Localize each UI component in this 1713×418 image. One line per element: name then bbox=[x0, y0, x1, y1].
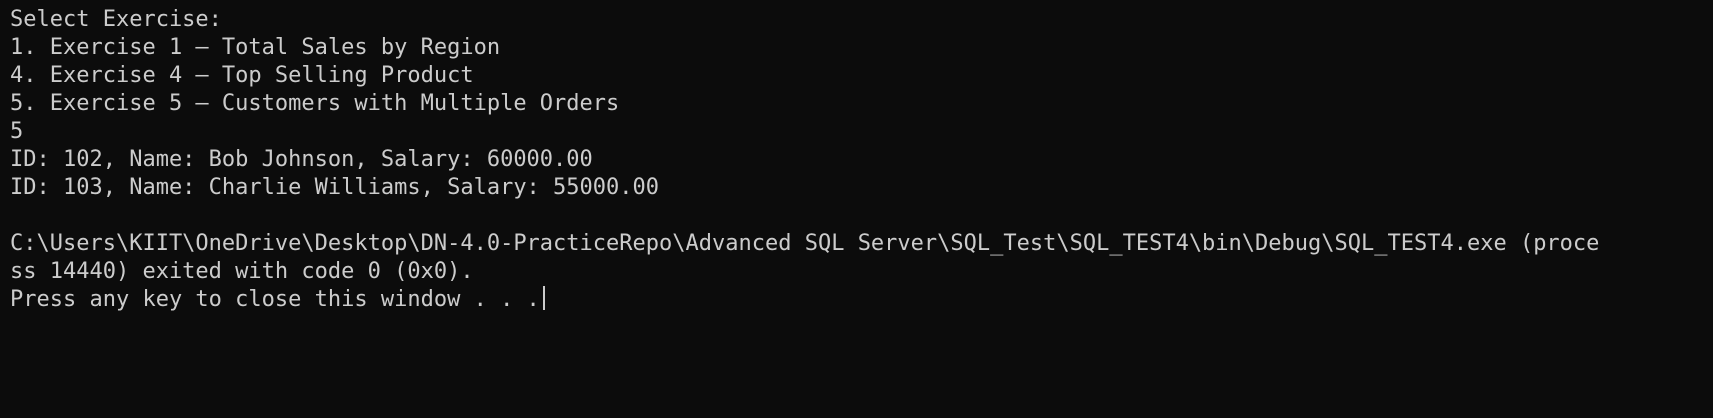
menu-option-4: 4. Exercise 4 – Top Selling Product bbox=[10, 63, 474, 88]
output-row: ID: 103, Name: Charlie Williams, Salary:… bbox=[10, 175, 660, 200]
user-input-echo: 5 bbox=[10, 119, 24, 144]
exit-path-line: C:\Users\KIIT\OneDrive\Desktop\DN-4.0-Pr… bbox=[10, 231, 1600, 256]
text-cursor bbox=[542, 286, 545, 310]
menu-option-1: 1. Exercise 1 – Total Sales by Region bbox=[10, 35, 501, 60]
menu-prompt: Select Exercise: bbox=[10, 7, 222, 32]
menu-option-5: 5. Exercise 5 – Customers with Multiple … bbox=[10, 91, 620, 116]
exit-code-line: ss 14440) exited with code 0 (0x0). bbox=[10, 259, 474, 284]
console-window[interactable]: Select Exercise: 1. Exercise 1 – Total S… bbox=[0, 0, 1713, 418]
close-prompt-text: Press any key to close this window . . . bbox=[10, 287, 540, 312]
close-prompt-line: Press any key to close this window . . . bbox=[10, 286, 1713, 314]
output-row: ID: 102, Name: Bob Johnson, Salary: 6000… bbox=[10, 147, 593, 172]
